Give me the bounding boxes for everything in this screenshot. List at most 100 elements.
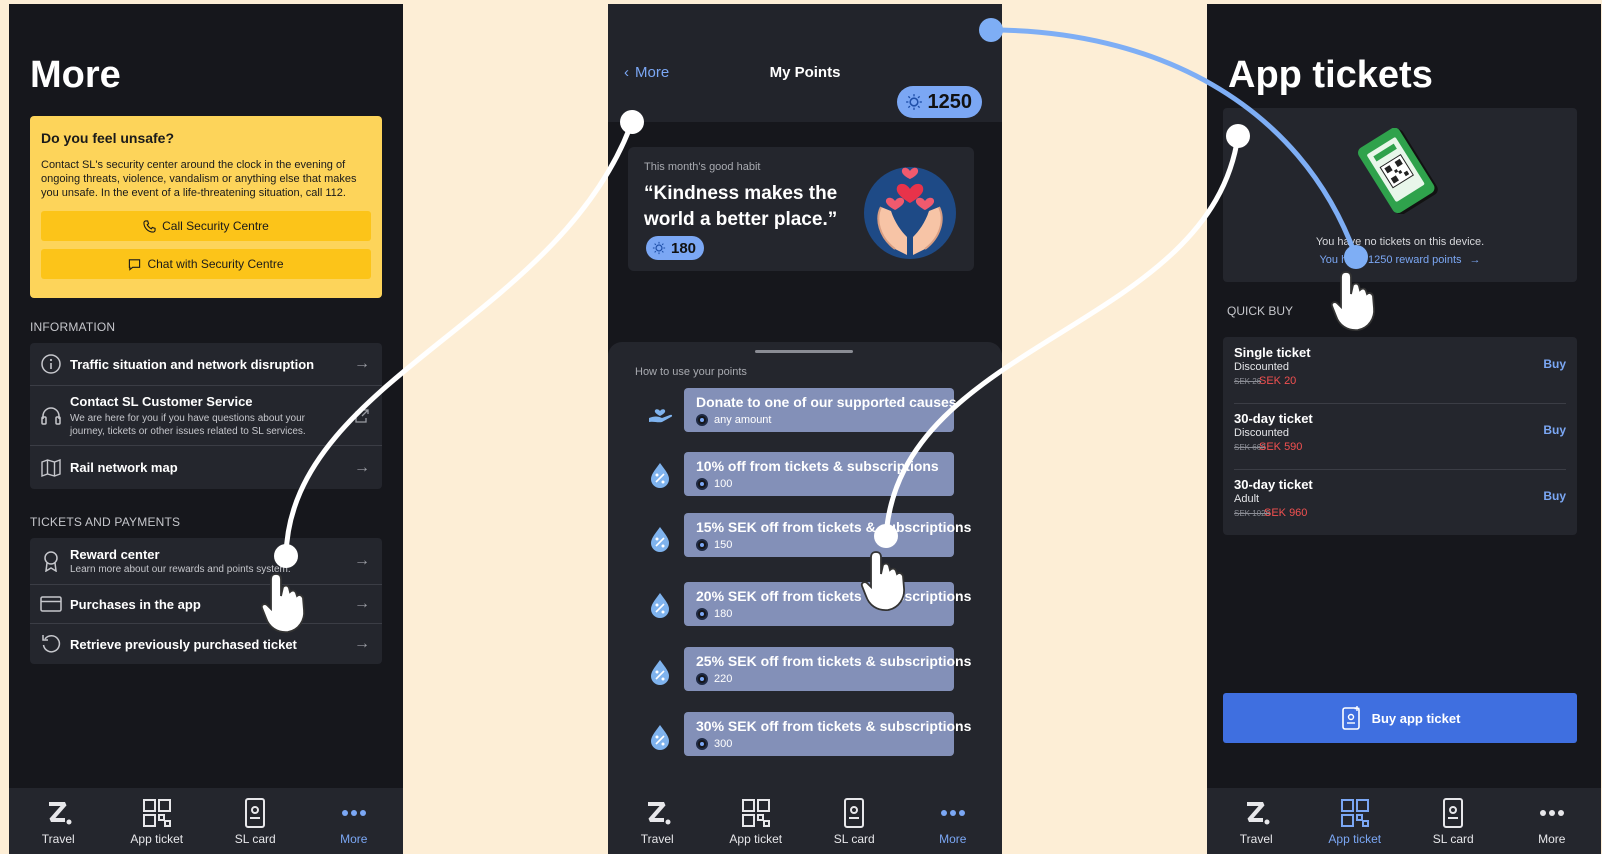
ticket-row: 30-day ticket Adult SEK 1020 SEK 960 Buy [1234,469,1566,535]
reward-points-link[interactable]: You have 1250 reward points → [1223,254,1577,266]
tab-sl-card[interactable]: SL card [814,796,894,846]
map-icon [41,458,61,477]
my-points-screen: ‹ More My Points 1250 This month's good h… [608,4,1002,854]
tab-sl-card[interactable]: SL card [1413,796,1493,846]
external-share-icon [355,408,369,423]
good-habit-card: This month's good habit “Kindness makes … [628,147,974,271]
retrieve-ticket-label: Retrieve previously purchased ticket [70,636,297,652]
points-coin-icon [696,414,708,426]
call-security-button[interactable]: Call Security Centre [41,211,371,241]
tab-travel[interactable]: Travel [617,796,697,846]
ticket-name: Single ticket [1234,345,1311,360]
option-title: 25% SEK off from tickets & subscriptions [696,653,972,669]
option-15-off[interactable]: 15% SEK off from tickets & subscriptions… [684,513,971,557]
customer-service-item[interactable]: Contact SL Customer Service We are here … [30,386,382,446]
rail-map-item[interactable]: Rail network map → [30,446,382,489]
tab-more[interactable]: More [913,796,993,846]
habit-points: 180 [671,239,697,257]
arrow-right-icon: → [354,552,370,569]
option-title: 10% off from tickets & subscriptions [696,458,939,474]
travel-icon [1245,802,1272,827]
unsafe-alert-card: Do you feel unsafe? Contact SL's securit… [30,116,382,298]
option-10-off[interactable]: 10% off from tickets & subscriptions 100 [684,452,954,496]
traffic-situation-label: Traffic situation and network disruption [70,356,315,372]
option-cost: 150 [714,539,733,551]
information-list: Traffic situation and network disruption… [30,343,382,489]
option-donate[interactable]: Donate to one of our supported causes an… [684,388,957,432]
tab-more-label: More [340,832,368,846]
tab-app-ticket[interactable]: App ticket [1315,796,1395,846]
buy-button[interactable]: Buy [1543,357,1566,371]
tickets-payments-list: Reward center Learn more about our rewar… [30,538,382,664]
drag-handle[interactable] [755,350,853,353]
drop-percent-icon [650,592,670,618]
history-refresh-icon [42,635,61,653]
tab-travel[interactable]: Travel [1216,796,1296,846]
tab-bar: Travel App ticket SL card More [608,788,1002,854]
arrow-right-icon: → [354,458,370,476]
drop-percent-icon [650,462,670,488]
habit-points-badge: 180 [646,236,705,260]
ticket-row: Single ticket Discounted SEK 26 SEK 20 B… [1234,337,1566,404]
more-dots-icon [1539,810,1564,816]
quick-buy-label: QUICK BUY [1227,304,1294,318]
header: ‹ More My Points 1250 [608,4,1002,122]
discount-price: SEK 20 [1259,375,1297,387]
app-tickets-screen: App tickets You have no tickets on this … [1207,4,1601,854]
chat-security-button[interactable]: Chat with Security Centre [41,249,371,279]
option-cost: 300 [714,738,733,750]
traffic-situation-item[interactable]: Traffic situation and network disruption… [30,343,382,386]
headset-icon [41,406,61,425]
arrow-right-icon: → [354,635,370,652]
tab-app-ticket[interactable]: App ticket [716,796,796,846]
buy-button[interactable]: Buy [1543,489,1566,503]
more-dots-icon [341,810,366,816]
tab-app-ticket[interactable]: App ticket [117,796,197,846]
ticket-type: Adult [1234,493,1260,505]
tab-app-ticket-label: App ticket [1328,832,1382,846]
award-ribbon-icon [44,551,58,572]
tab-sl-card[interactable]: SL card [215,796,295,846]
buy-button[interactable]: Buy [1543,423,1566,437]
travel-icon [47,802,74,827]
travel-icon [646,802,673,827]
reward-center-label: Reward center [70,546,160,562]
arrow-right-icon: → [1469,254,1481,266]
page-title: More [30,54,121,96]
drop-percent-icon [650,724,670,750]
buy-app-ticket-button[interactable]: Buy app ticket [1223,693,1577,743]
kindness-hands-hearts-icon [864,167,956,259]
option-title: 20% SEK off from tickets & subscriptions [696,588,972,604]
tab-sl-card-label: SL card [1432,832,1474,846]
arrow-right-icon: → [354,595,370,612]
page-title: App tickets [1228,54,1433,96]
retrieve-ticket-item[interactable]: Retrieve previously purchased ticket → [30,624,382,664]
alert-title: Do you feel unsafe? [41,130,175,146]
points-coin-icon [696,478,708,490]
purchases-item[interactable]: Purchases in the app → [30,585,382,624]
points-coin-icon [696,738,708,750]
option-30-off[interactable]: 30% SEK off from tickets & subscriptions… [684,712,972,756]
tab-travel-label: Travel [1239,832,1273,846]
option-title: 30% SEK off from tickets & subscriptions [696,718,972,734]
app-ticket-icon [741,799,770,827]
tab-app-ticket-label: App ticket [130,832,184,846]
reward-points-label: You have 1250 reward points [1319,254,1462,266]
points-coin-icon [696,673,708,685]
sheet-label: How to use your points [635,366,747,378]
points-balance-badge: 1250 [896,86,982,118]
tab-travel[interactable]: Travel [18,796,98,846]
no-tickets-card: You have no tickets on this device. You … [1223,108,1577,282]
option-20-off[interactable]: 20% SEK off from tickets & subscriptions… [684,582,972,626]
option-25-off[interactable]: 25% SEK off from tickets & subscriptions… [684,647,972,691]
tab-more-label: More [1538,832,1566,846]
tab-bar: Travel App ticket SL card More [9,788,403,854]
tab-more[interactable]: More [314,796,394,846]
tab-more[interactable]: More [1512,796,1592,846]
habit-quote: “Kindness makes the world a better place… [644,183,838,230]
page-title: My Points [769,64,841,81]
more-screen: More Do you feel unsafe? Contact SL's se… [9,4,403,854]
reward-center-item[interactable]: Reward center Learn more about our rewar… [30,538,382,585]
tab-sl-card-label: SL card [833,832,875,846]
discount-price: SEK 590 [1259,441,1303,453]
